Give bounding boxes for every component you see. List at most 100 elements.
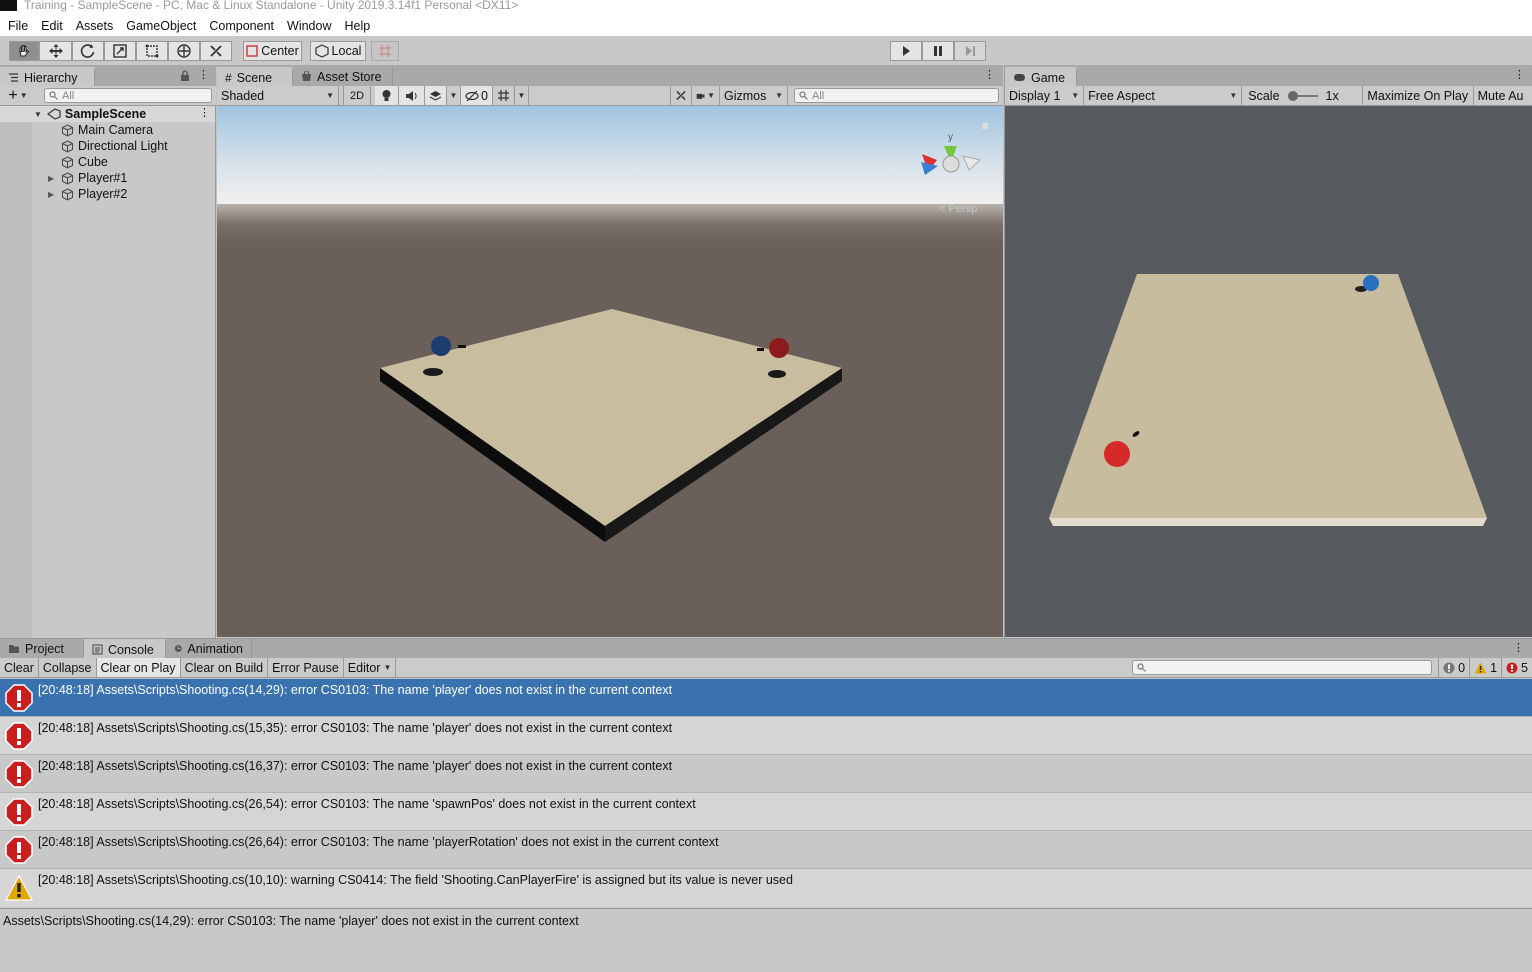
clear-button[interactable]: Clear xyxy=(0,658,39,677)
scene-lighting-toggle[interactable] xyxy=(375,86,399,105)
log-entry-error[interactable]: [20:48:18] Assets\Scripts\Shooting.cs(15… xyxy=(0,717,1532,755)
clear-on-play-toggle[interactable]: Clear on Play xyxy=(96,658,181,677)
hierarchy-search-placeholder: All xyxy=(62,89,75,102)
info-filter-toggle[interactable]: 0 xyxy=(1438,658,1471,677)
scene-root-row[interactable]: ▼ SampleScene xyxy=(34,106,146,122)
tab-asset-store[interactable]: Asset Store xyxy=(293,67,393,86)
scene-visibility-toggle[interactable]: 0 xyxy=(461,86,493,105)
menu-edit[interactable]: Edit xyxy=(41,19,63,33)
hierarchy-item[interactable]: ▶ Player#1 xyxy=(48,170,127,186)
menu-assets[interactable]: Assets xyxy=(76,19,114,33)
hidden-count: 0 xyxy=(481,88,488,103)
tab-console[interactable]: Console xyxy=(84,639,166,658)
scene-tab-bar: # Scene Asset Store ⋮ xyxy=(217,66,1003,86)
pivot-mode-button[interactable]: Center xyxy=(243,41,302,61)
console-log-list: [20:48:18] Assets\Scripts\Shooting.cs(14… xyxy=(0,679,1532,909)
hierarchy-panel: Hierarchy ⋮ + ▼ All ▼ SampleScene ⋮ Main… xyxy=(0,66,216,638)
scene-effects-toggle[interactable] xyxy=(425,86,447,105)
scale-control[interactable]: Scale 1x xyxy=(1242,86,1363,105)
panel-menu-icon[interactable]: ⋮ xyxy=(1514,68,1525,81)
menu-help[interactable]: Help xyxy=(344,19,370,33)
panel-menu-icon[interactable]: ⋮ xyxy=(198,68,209,81)
hierarchy-item[interactable]: Directional Light xyxy=(61,138,168,154)
create-button[interactable]: + ▼ xyxy=(0,86,36,104)
display-dropdown[interactable]: Display 1 ▼ xyxy=(1005,86,1085,105)
scene-viewport[interactable]: y < Persp xyxy=(217,106,1003,637)
warning-filter-toggle[interactable]: 1 xyxy=(1470,658,1503,677)
main-toolbar: Center Local xyxy=(0,36,1532,66)
error-pause-toggle[interactable]: Error Pause xyxy=(268,658,344,677)
menu-window[interactable]: Window xyxy=(287,19,331,33)
panel-menu-icon[interactable]: ⋮ xyxy=(984,68,995,81)
menu-file[interactable]: File xyxy=(8,19,28,33)
pause-button[interactable] xyxy=(922,41,954,61)
draw-mode-dropdown[interactable]: Shaded ▼ xyxy=(217,86,339,105)
tab-project[interactable]: Project xyxy=(0,639,84,658)
editor-dropdown[interactable]: Editor ▼ xyxy=(344,658,397,677)
hierarchy-search-input[interactable]: All xyxy=(44,88,212,103)
lock-icon[interactable] xyxy=(180,70,190,81)
tab-game[interactable]: Game xyxy=(1005,67,1077,86)
tab-animation[interactable]: Animation xyxy=(166,639,252,658)
grid-dropdown[interactable]: ▼ xyxy=(515,86,529,105)
game-viewport[interactable] xyxy=(1005,106,1532,637)
tab-scene[interactable]: # Scene xyxy=(217,67,293,86)
scene-camera-button[interactable]: ▼ xyxy=(692,86,720,105)
console-detail-pane[interactable]: Assets\Scripts\Shooting.cs(14,29): error… xyxy=(0,910,1532,972)
hand-tool-button[interactable] xyxy=(9,41,39,61)
scale-tool-button[interactable] xyxy=(104,41,136,61)
rotate-tool-button[interactable] xyxy=(72,41,104,61)
log-entry-error[interactable]: [20:48:18] Assets\Scripts\Shooting.cs(26… xyxy=(0,831,1532,869)
hierarchy-item[interactable]: Cube xyxy=(61,154,108,170)
hierarchy-gutter xyxy=(0,106,32,638)
play-button[interactable] xyxy=(890,41,922,61)
log-entry-error[interactable]: [20:48:18] Assets\Scripts\Shooting.cs(16… xyxy=(0,755,1532,793)
console-search-input[interactable] xyxy=(1132,660,1433,675)
chevron-down-icon: ▼ xyxy=(517,91,526,100)
custom-tool-button[interactable] xyxy=(200,41,232,61)
step-button[interactable] xyxy=(954,41,986,61)
panel-menu-icon[interactable]: ⋮ xyxy=(1513,641,1524,654)
collapse-label: Collapse xyxy=(42,660,92,675)
maximize-on-play-toggle[interactable]: Maximize On Play xyxy=(1363,86,1474,105)
scene-tools-button[interactable] xyxy=(670,86,692,105)
expand-arrow-icon[interactable]: ▶ xyxy=(48,174,61,183)
snap-grid-button[interactable] xyxy=(371,41,399,61)
scene-menu-icon[interactable]: ⋮ xyxy=(199,106,210,119)
rect-tool-button[interactable] xyxy=(136,41,168,61)
collapse-button[interactable]: Collapse xyxy=(39,658,97,677)
hierarchy-item[interactable]: Main Camera xyxy=(61,122,153,138)
menu-gameobject[interactable]: GameObject xyxy=(126,19,196,33)
log-entry-error[interactable]: [20:48:18] Assets\Scripts\Shooting.cs(26… xyxy=(0,793,1532,831)
expand-arrow-icon[interactable]: ▼ xyxy=(34,110,42,119)
error-filter-toggle[interactable]: 5 xyxy=(1502,658,1532,677)
log-entry-error[interactable]: [20:48:18] Assets\Scripts\Shooting.cs(14… xyxy=(0,679,1532,717)
grid-toggle[interactable] xyxy=(493,86,515,105)
log-entry-warning[interactable]: [20:48:18] Assets\Scripts\Shooting.cs(10… xyxy=(0,869,1532,907)
2d-mode-toggle[interactable]: 2D xyxy=(343,86,371,105)
hierarchy-item-label: Cube xyxy=(78,155,108,169)
scene-hash-icon: # xyxy=(225,70,232,85)
tab-hierarchy[interactable]: Hierarchy xyxy=(0,67,95,86)
plus-icon: + xyxy=(8,86,18,104)
expand-arrow-icon[interactable]: ▶ xyxy=(48,190,61,199)
hierarchy-item[interactable]: ▶ Player#2 xyxy=(48,186,127,202)
aspect-dropdown[interactable]: Free Aspect ▼ xyxy=(1084,86,1243,105)
menu-component[interactable]: Component xyxy=(209,19,274,33)
scene-search-input[interactable]: All xyxy=(794,88,999,103)
clear-on-build-toggle[interactable]: Clear on Build xyxy=(181,658,269,677)
effects-dropdown[interactable]: ▼ xyxy=(447,86,461,105)
projection-label[interactable]: < Persp xyxy=(939,203,977,215)
scene-audio-toggle[interactable] xyxy=(399,86,425,105)
scale-slider-thumb[interactable] xyxy=(1287,90,1298,101)
game-plane-edge xyxy=(1049,518,1487,526)
player1-shadow xyxy=(423,368,443,376)
play-icon xyxy=(903,46,910,56)
gizmos-dropdown[interactable]: Gizmos ▼ xyxy=(720,86,788,105)
move-tool-button[interactable] xyxy=(39,41,72,61)
pivot-rotation-button[interactable]: Local xyxy=(310,41,366,61)
mute-audio-toggle[interactable]: Mute Au xyxy=(1474,86,1532,105)
console-toolbar: Clear Collapse Clear on Play Clear on Bu… xyxy=(0,658,1532,678)
transform-tool-button[interactable] xyxy=(168,41,200,61)
scale-slider[interactable] xyxy=(1287,90,1318,101)
